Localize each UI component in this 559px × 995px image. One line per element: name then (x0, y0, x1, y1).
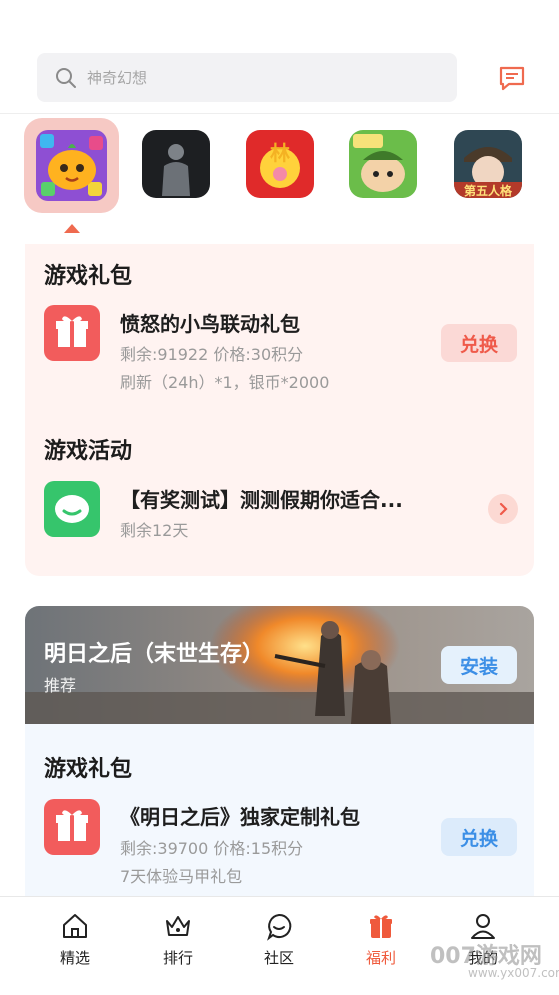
gift-content: 刷新（24h）*1，银币*2000 (120, 373, 330, 392)
chevron-right-icon[interactable] (488, 494, 518, 524)
gift-section-title-2: 游戏礼包 (44, 757, 133, 782)
game-recommend-card: 明日之后（末世生存） 推荐 安装 游戏礼包 《明日之后》独家定制礼包 剩余:39… (25, 606, 534, 906)
chat-bubble-icon (267, 913, 292, 941)
activity-remaining: 剩余12天 (120, 521, 189, 540)
banner-recommend-label: 推荐 (44, 676, 77, 695)
tab-label: 社区 (263, 949, 294, 967)
activity-title[interactable]: 【有奖测试】测测假期你适合... (120, 484, 403, 513)
user-icon (471, 914, 495, 939)
tab-featured[interactable]: 精选 (30, 897, 120, 995)
meng-game-icon[interactable]: 林 (246, 130, 314, 198)
gift-icon (44, 799, 100, 855)
tab-ranking[interactable]: 排行 (133, 897, 223, 995)
chat-bubble-icon (44, 481, 100, 537)
top-header: 神奇幻想 (0, 0, 559, 114)
banner-game-title: 明日之后（末世生存） (44, 642, 265, 667)
search-icon (56, 67, 76, 88)
gift-remain-price: 剩余:91922 价格:30积分 (120, 345, 304, 364)
survival-cartoon-game-icon[interactable] (349, 130, 417, 198)
home-icon (63, 914, 87, 938)
game-banner[interactable]: 明日之后（末世生存） 推荐 安装 (25, 606, 534, 724)
game-item-pumpkin[interactable] (24, 118, 119, 213)
search-bar[interactable]: 神奇幻想 (37, 53, 457, 102)
install-button[interactable]: 安装 (441, 646, 517, 684)
gift-title[interactable]: 愤怒的小鸟联动礼包 (120, 308, 300, 337)
tab-label: 排行 (162, 949, 193, 967)
selected-indicator-arrow (64, 224, 80, 233)
tab-welfare[interactable]: 福利 (336, 897, 426, 995)
game-icon-strip: 林 第五人格 (0, 118, 559, 238)
tab-label: 精选 (59, 949, 90, 967)
silhouette-game-icon[interactable] (142, 130, 210, 198)
gift-icon (370, 915, 392, 938)
redeem-button-2[interactable]: 兑换 (441, 818, 517, 856)
message-icon[interactable] (497, 63, 527, 93)
gift-section-title: 游戏礼包 (44, 264, 133, 289)
svg-text:林: 林 (270, 141, 290, 165)
gift-title-2[interactable]: 《明日之后》独家定制礼包 (120, 801, 360, 830)
search-placeholder: 神奇幻想 (87, 69, 148, 87)
redeem-button[interactable]: 兑换 (441, 324, 517, 362)
tab-label: 福利 (365, 949, 396, 967)
identity-game-icon[interactable]: 第五人格 (454, 130, 522, 198)
svg-text:第五人格: 第五人格 (464, 183, 513, 198)
gift-icon (44, 305, 100, 361)
watermark-url: www.yx007.com (468, 966, 559, 980)
game-welfare-card: 游戏礼包 愤怒的小鸟联动礼包 剩余:91922 价格:30积分 刷新（24h）*… (25, 244, 534, 576)
activity-section-title: 游戏活动 (44, 439, 133, 464)
tab-community[interactable]: 社区 (234, 897, 324, 995)
gift-remain-price-2: 剩余:39700 价格:15积分 (120, 839, 304, 858)
crown-icon (166, 916, 190, 936)
gift-content-2: 7天体验马甲礼包 (120, 867, 243, 886)
pumpkin-puzzle-game-icon (36, 130, 107, 201)
